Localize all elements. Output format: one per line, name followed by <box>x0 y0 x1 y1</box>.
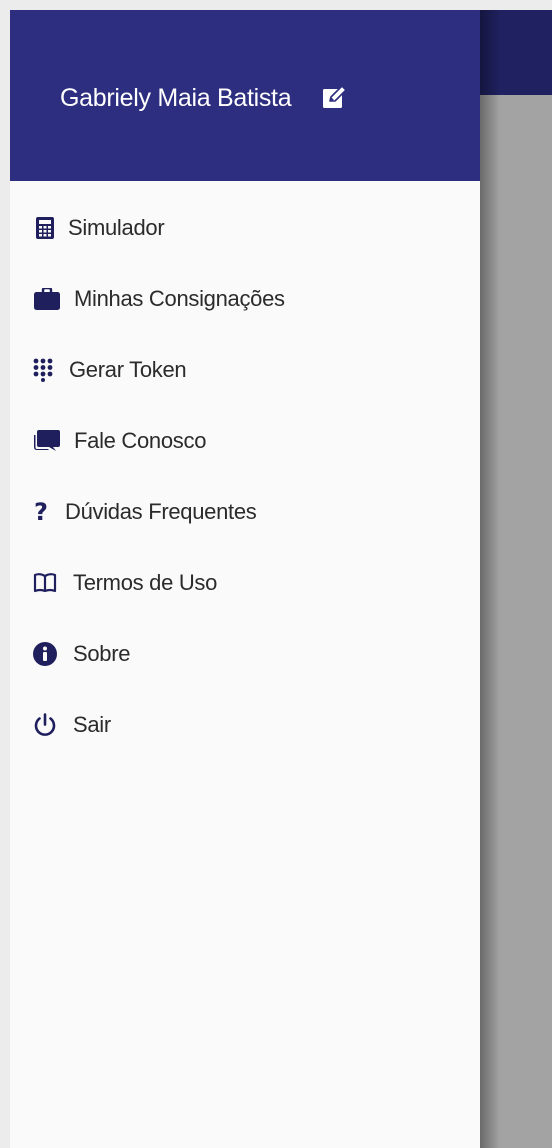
menu-item-label: Minhas Consignações <box>74 286 285 311</box>
dialpad-icon <box>30 357 56 383</box>
menu-item-sair[interactable]: Sair <box>10 695 480 755</box>
power-icon <box>32 712 58 738</box>
menu-item-minhas-consignacoes[interactable]: Minhas Consignações <box>10 269 480 329</box>
calculator-icon <box>32 215 58 241</box>
question-icon: ? <box>28 498 54 526</box>
menu-item-label: Termos de Uso <box>73 570 218 595</box>
drawer-header: Gabriely Maia Batista <box>10 10 480 181</box>
navigation-drawer: Gabriely Maia Batista Simulador Minhas C… <box>10 10 480 1148</box>
menu-item-label: Gerar Token <box>69 357 187 382</box>
info-icon <box>32 641 58 667</box>
book-icon <box>32 570 58 596</box>
app-frame: Gabriely Maia Batista Simulador Minhas C… <box>10 10 552 1148</box>
menu-item-simulador[interactable]: Simulador <box>10 198 480 258</box>
menu-item-label: Simulador <box>68 215 165 240</box>
menu-item-fale-conosco[interactable]: Fale Conosco <box>10 411 480 471</box>
menu-item-duvidas-frequentes[interactable]: ? Dúvidas Frequentes <box>10 482 480 542</box>
menu-item-label: Sobre <box>73 641 131 666</box>
chat-icon <box>34 428 60 454</box>
menu-item-label: Dúvidas Frequentes <box>65 499 257 524</box>
menu-item-gerar-token[interactable]: Gerar Token <box>10 340 480 400</box>
edit-icon[interactable] <box>322 85 348 109</box>
menu-item-sobre[interactable]: Sobre <box>10 624 480 684</box>
briefcase-icon <box>34 286 60 312</box>
drawer-scrim[interactable] <box>480 10 500 1148</box>
user-name: Gabriely Maia Batista <box>60 84 292 112</box>
menu-item-label: Fale Conosco <box>74 428 207 453</box>
question-glyph: ? <box>34 498 48 526</box>
menu-item-termos-de-uso[interactable]: Termos de Uso <box>10 553 480 613</box>
menu-item-label: Sair <box>73 712 111 737</box>
